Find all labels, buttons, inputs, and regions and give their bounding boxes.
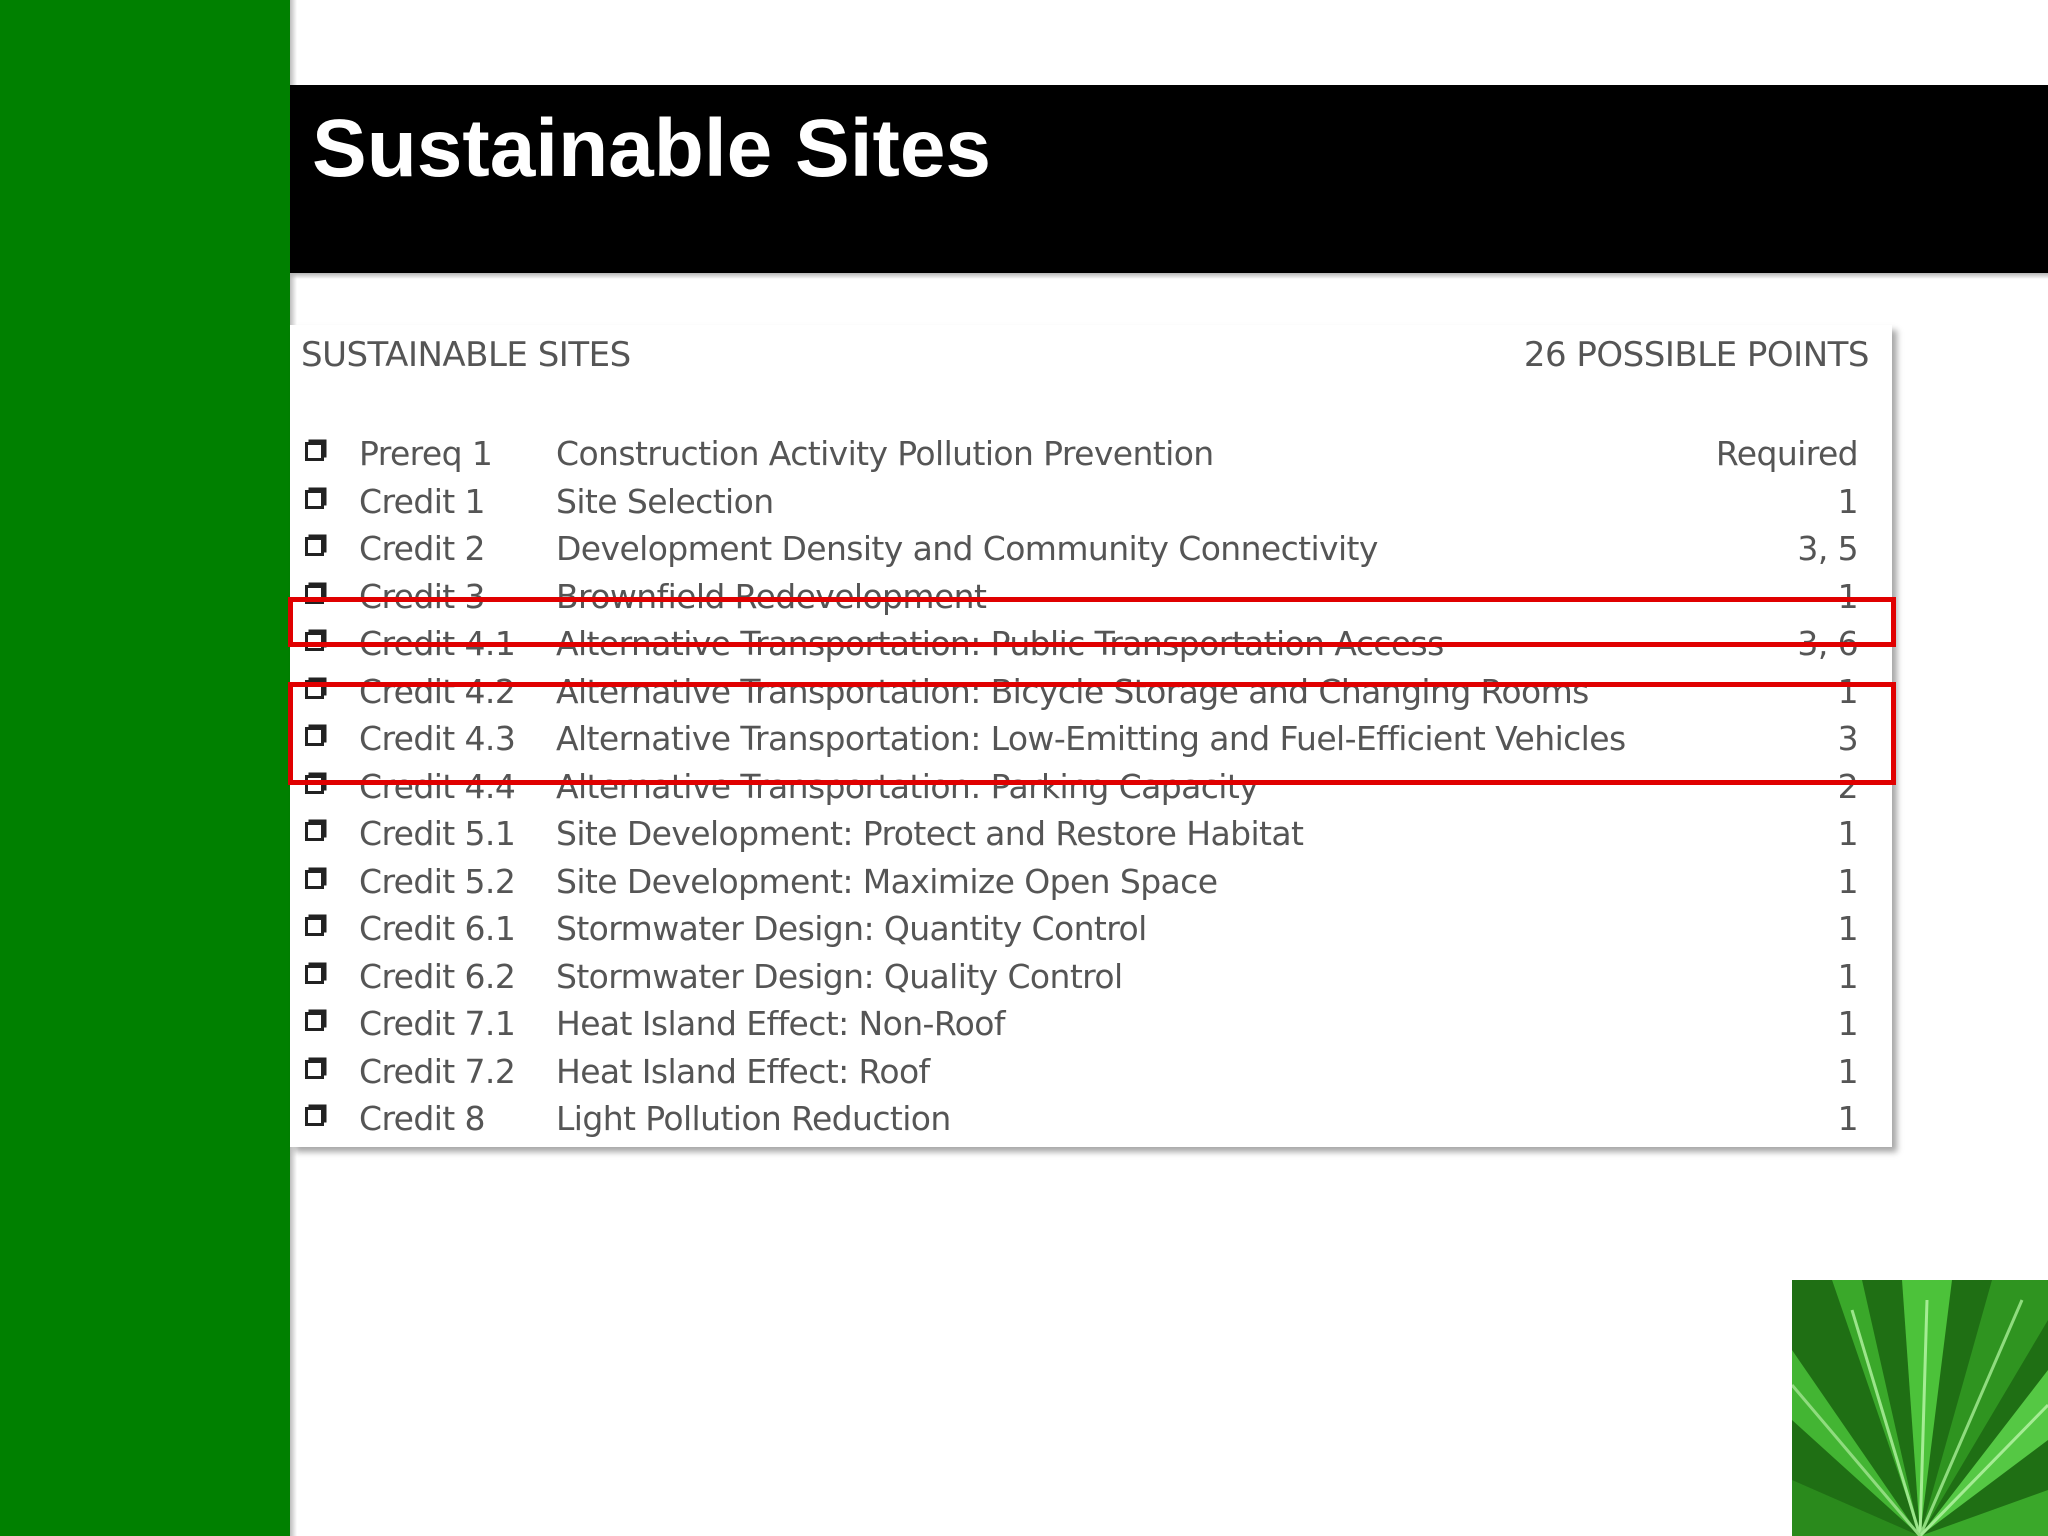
credit-points: 1 — [1837, 909, 1859, 948]
table-header: SUSTAINABLE SITES 26 POSSIBLE POINTS — [301, 335, 1870, 385]
checkbox-icon[interactable] — [305, 774, 324, 794]
checkbox-icon[interactable] — [305, 679, 324, 699]
checkbox-icon[interactable] — [305, 917, 324, 936]
green-leaf-image — [1792, 1280, 2048, 1536]
credit-description: Alternative Transportation: Bicycle Stor… — [556, 671, 1589, 711]
credit-points: 1 — [1837, 1004, 1859, 1043]
title-bar-shadow — [290, 273, 2048, 279]
table-row: Credit 3 Brownfield Redevelopment 1 — [290, 573, 1892, 621]
table-row: Credit 1 Site Selection 1 — [290, 478, 1892, 526]
checkbox-icon[interactable] — [305, 489, 324, 509]
credit-description: Heat Island Effect: Roof — [556, 1051, 930, 1091]
checkbox-icon[interactable] — [305, 632, 324, 651]
credit-description: Site Development: Protect and Restore Ha… — [556, 814, 1304, 853]
credit-code: Credit 6.1 — [359, 909, 516, 948]
credit-description: Site Development: Maximize Open Space — [556, 861, 1218, 901]
credit-code: Credit 5.2 — [359, 861, 516, 901]
credit-code: Credit 3 — [359, 576, 486, 616]
credit-code: Credit 4.3 — [359, 719, 516, 758]
credit-description: Stormwater Design: Quality Control — [556, 956, 1123, 996]
table-row: Credit 4.4 Alternative Transportation: P… — [290, 763, 1892, 811]
credit-points: 1 — [1837, 861, 1859, 901]
table-row: Credit 7.2 Heat Island Effect: Roof 1 — [290, 1048, 1892, 1096]
credit-description: Alternative Transportation: Low-Emitting… — [556, 719, 1626, 758]
table-row: Credit 5.1 Site Development: Protect and… — [290, 810, 1892, 858]
checkbox-icon[interactable] — [305, 964, 324, 984]
table-row: Credit 6.1 Stormwater Design: Quantity C… — [290, 905, 1892, 953]
credit-code: Credit 4.1 — [359, 624, 516, 663]
table-row: Credit 4.3 Alternative Transportation: L… — [290, 715, 1892, 763]
credit-description: Alternative Transportation: Public Trans… — [556, 624, 1444, 663]
table-row: Credit 7.1 Heat Island Effect: Non-Roof … — [290, 1000, 1892, 1048]
left-green-bar — [0, 0, 290, 1536]
credit-code: Credit 1 — [359, 481, 486, 521]
checkbox-icon[interactable] — [305, 1107, 324, 1126]
possible-points-heading: 26 POSSIBLE POINTS — [1523, 335, 1870, 375]
slide-title: Sustainable Sites — [312, 103, 992, 194]
table-row: Credit 4.1 Alternative Transportation: P… — [290, 620, 1892, 668]
credit-code: Credit 5.1 — [359, 814, 516, 853]
credits-table: SUSTAINABLE SITES 26 POSSIBLE POINTS Pre… — [288, 325, 1896, 1147]
credit-points: 1 — [1837, 671, 1859, 711]
credit-description: Construction Activity Pollution Preventi… — [556, 434, 1214, 473]
credit-points: 1 — [1837, 1099, 1859, 1138]
credit-code: Credit 8 — [359, 1099, 486, 1138]
credit-points: 1 — [1837, 481, 1859, 521]
checkbox-icon[interactable] — [305, 869, 324, 889]
checkbox-icon[interactable] — [305, 442, 324, 461]
credit-code: Credit 4.2 — [359, 671, 516, 711]
credit-points: 1 — [1837, 956, 1859, 996]
credit-description: Light Pollution Reduction — [556, 1099, 951, 1138]
credit-code: Credit 4.4 — [359, 766, 516, 806]
table-row: Credit 2 Development Density and Communi… — [290, 525, 1892, 573]
credit-code: Credit 2 — [359, 529, 486, 568]
checkbox-icon[interactable] — [305, 1012, 324, 1031]
credit-description: Site Selection — [556, 481, 774, 521]
category-heading: SUSTAINABLE SITES — [301, 335, 631, 375]
credit-code: Credit 7.1 — [359, 1004, 516, 1043]
credit-description: Heat Island Effect: Non-Roof — [556, 1004, 1005, 1043]
credit-points: 1 — [1837, 814, 1859, 853]
credit-code: Credit 7.2 — [359, 1051, 516, 1091]
credit-points: 2 — [1837, 766, 1859, 806]
credit-code: Credit 6.2 — [359, 956, 516, 996]
credit-code: Prereq 1 — [359, 434, 493, 473]
credit-points: 1 — [1837, 1051, 1859, 1091]
table-row: Credit 6.2 Stormwater Design: Quality Co… — [290, 953, 1892, 1001]
leaf-icon — [1792, 1280, 2048, 1536]
checkbox-icon[interactable] — [305, 727, 324, 746]
credit-description: Development Density and Community Connec… — [556, 529, 1378, 568]
credit-description: Stormwater Design: Quantity Control — [556, 909, 1147, 948]
table-row: Prereq 1 Construction Activity Pollution… — [290, 430, 1892, 478]
checkbox-icon[interactable] — [305, 537, 324, 556]
credit-points: Required — [1715, 434, 1859, 473]
credit-description: Brownfield Redevelopment — [556, 576, 987, 616]
credit-points: 1 — [1837, 576, 1859, 616]
checkbox-icon[interactable] — [305, 584, 324, 604]
checkbox-icon[interactable] — [305, 822, 324, 841]
credit-points: 3, 6 — [1797, 624, 1858, 663]
table-row: Credit 8 Light Pollution Reduction 1 — [290, 1095, 1892, 1143]
table-row: Credit 4.2 Alternative Transportation: B… — [290, 668, 1892, 716]
credit-points: 3, 5 — [1797, 529, 1858, 568]
table-row: Credit 5.2 Site Development: Maximize Op… — [290, 858, 1892, 906]
credit-points: 3 — [1837, 719, 1859, 758]
credit-description: Alternative Transportation: Parking Capa… — [556, 766, 1259, 806]
checkbox-icon[interactable] — [305, 1059, 324, 1079]
